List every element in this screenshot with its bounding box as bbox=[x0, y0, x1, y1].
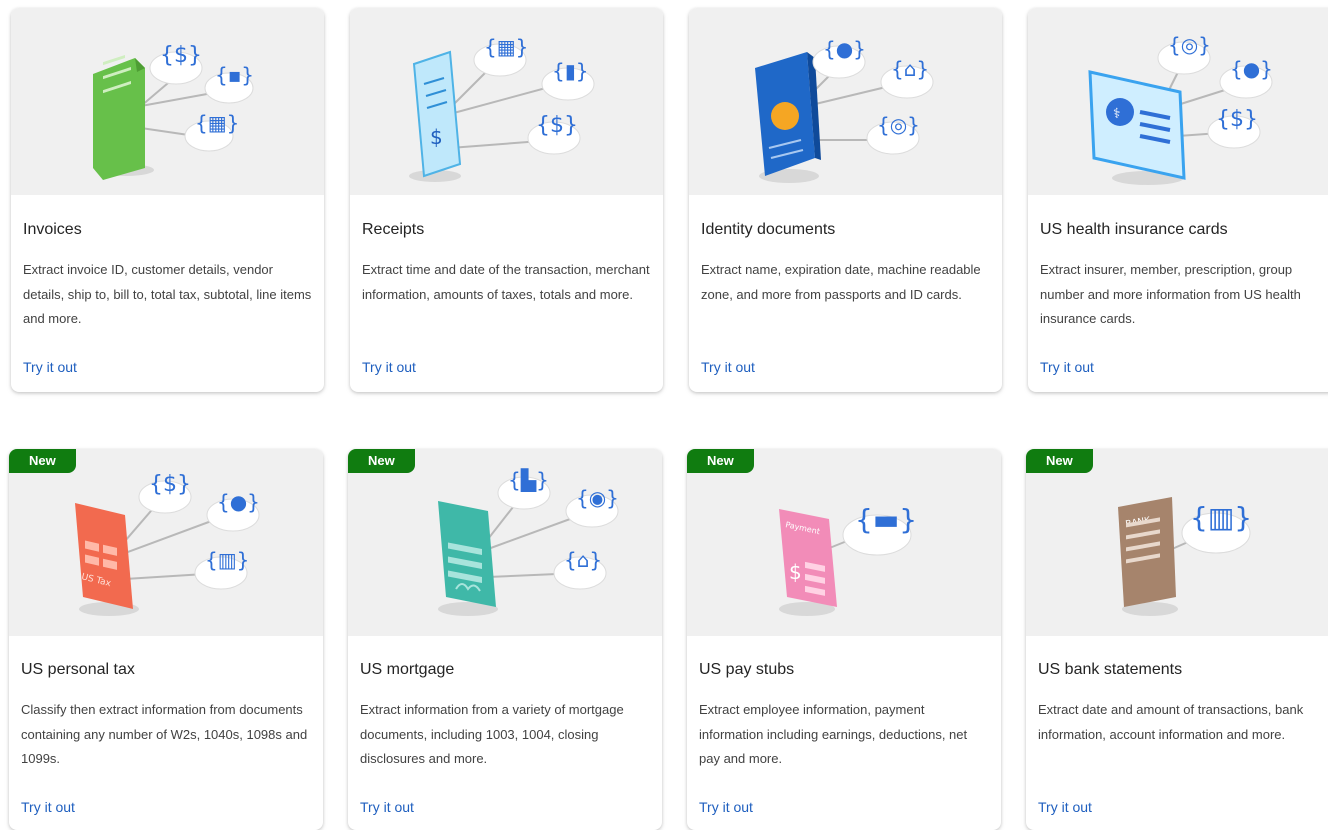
card-hero: BANK {▥} New bbox=[1026, 449, 1328, 636]
card-title: Receipts bbox=[362, 221, 425, 238]
invoice-document-icon: {$} {▪} {▦} bbox=[93, 43, 254, 180]
card-hero: {▙} {◉} {⌂} New bbox=[348, 449, 662, 636]
card-receipts[interactable]: $ {▦} {▮} {$} Receipts Extract time and … bbox=[350, 8, 663, 392]
svg-text:{▦}: {▦} bbox=[195, 111, 239, 135]
card-invoices[interactable]: {$} {▪} {▦} Invoices Extract invoice ID,… bbox=[11, 8, 324, 392]
svg-text:$: $ bbox=[789, 560, 802, 584]
svg-text:{●}: {●} bbox=[1230, 57, 1273, 81]
new-badge: New bbox=[687, 449, 754, 473]
svg-text:{●}: {●} bbox=[217, 490, 260, 514]
svg-text:{▪}: {▪} bbox=[215, 63, 254, 87]
card-us-personal-tax[interactable]: US Tax {$} {●} {▥} New US personal tax C… bbox=[9, 449, 323, 830]
try-it-out-link[interactable]: Try it out bbox=[23, 358, 77, 376]
card-us-bank-statements[interactable]: BANK {▥} New US bank statements Extract … bbox=[1026, 449, 1328, 830]
card-hero: ⚕ {◎} {●} {$} bbox=[1028, 8, 1328, 195]
svg-text:{$}: {$} bbox=[536, 113, 578, 138]
svg-text:{▮}: {▮} bbox=[552, 59, 588, 83]
card-description: Extract insurer, member, prescription, g… bbox=[1040, 262, 1301, 326]
card-description: Extract employee information, payment in… bbox=[699, 702, 968, 766]
svg-text:{◎}: {◎} bbox=[877, 113, 920, 137]
svg-text:{$}: {$} bbox=[160, 43, 202, 68]
card-hero: $ {▦} {▮} {$} bbox=[350, 8, 663, 195]
card-us-health-insurance-cards[interactable]: ⚕ {◎} {●} {$} US health insurance cards … bbox=[1028, 8, 1328, 392]
card-description: Extract name, expiration date, machine r… bbox=[701, 262, 981, 302]
try-it-out-link[interactable]: Try it out bbox=[1038, 798, 1092, 816]
svg-text:{▦}: {▦} bbox=[484, 35, 528, 59]
svg-text:{◉}: {◉} bbox=[576, 486, 619, 510]
try-it-out-link[interactable]: Try it out bbox=[701, 358, 755, 376]
try-it-out-link[interactable]: Try it out bbox=[360, 798, 414, 816]
svg-text:{⌂}: {⌂} bbox=[891, 57, 929, 81]
card-title: US bank statements bbox=[1038, 661, 1183, 678]
card-identity-documents[interactable]: {●} {⌂} {◎} Identity documents Extract n… bbox=[689, 8, 1002, 392]
tax-form-icon: US Tax {$} {●} {▥} bbox=[75, 472, 260, 616]
try-it-out-link[interactable]: Try it out bbox=[699, 798, 753, 816]
card-description: Extract invoice ID, customer details, ve… bbox=[23, 262, 312, 326]
svg-text:{$}: {$} bbox=[149, 472, 191, 497]
card-title: Invoices bbox=[23, 221, 82, 238]
svg-text:{◎}: {◎} bbox=[1168, 33, 1211, 57]
new-badge: New bbox=[1026, 449, 1093, 473]
card-title: Identity documents bbox=[701, 221, 836, 238]
svg-text:⚕: ⚕ bbox=[1113, 106, 1121, 122]
card-description: Extract date and amount of transactions,… bbox=[1038, 702, 1304, 742]
card-us-mortgage[interactable]: {▙} {◉} {⌂} New US mortgage Extract info… bbox=[348, 449, 662, 830]
try-it-out-link[interactable]: Try it out bbox=[362, 358, 416, 376]
card-title: US personal tax bbox=[21, 661, 135, 678]
card-hero: US Tax {$} {●} {▥} New bbox=[9, 449, 323, 636]
card-hero: {●} {⌂} {◎} bbox=[689, 8, 1002, 195]
pay-stub-icon: Payment $ {▬} bbox=[779, 503, 917, 616]
try-it-out-link[interactable]: Try it out bbox=[21, 798, 75, 816]
svg-text:{⌂}: {⌂} bbox=[564, 548, 602, 572]
svg-text:{▙}: {▙} bbox=[508, 468, 549, 492]
bank-statement-icon: BANK {▥} bbox=[1118, 497, 1252, 616]
card-hero: Payment $ {▬} New bbox=[687, 449, 1001, 636]
new-badge: New bbox=[9, 449, 76, 473]
receipt-icon: $ {▦} {▮} {$} bbox=[409, 35, 595, 182]
card-title: US mortgage bbox=[360, 661, 455, 678]
svg-text:{▥}: {▥} bbox=[205, 548, 249, 572]
health-card-icon: ⚕ {◎} {●} {$} bbox=[1088, 33, 1273, 185]
svg-text:{▥}: {▥} bbox=[1190, 501, 1252, 534]
mortgage-document-icon: {▙} {◉} {⌂} bbox=[438, 468, 619, 616]
card-hero: {$} {▪} {▦} bbox=[11, 8, 324, 195]
try-it-out-link[interactable]: Try it out bbox=[1040, 358, 1094, 376]
card-us-pay-stubs[interactable]: Payment $ {▬} New US pay stubs Extract e… bbox=[687, 449, 1001, 830]
card-title: US pay stubs bbox=[699, 661, 795, 678]
card-title: US health insurance cards bbox=[1040, 221, 1228, 238]
card-description: Extract time and date of the transaction… bbox=[362, 262, 650, 302]
model-card-grid: {$} {▪} {▦} Invoices Extract invoice ID,… bbox=[0, 0, 1328, 830]
new-badge: New bbox=[348, 449, 415, 473]
passport-icon: {●} {⌂} {◎} bbox=[755, 37, 934, 183]
svg-text:{$}: {$} bbox=[1216, 107, 1258, 132]
svg-text:$: $ bbox=[430, 125, 443, 149]
card-description: Classify then extract information from d… bbox=[21, 702, 308, 766]
svg-text:{●}: {●} bbox=[823, 37, 866, 61]
svg-text:{▬}: {▬} bbox=[855, 503, 917, 536]
card-description: Extract information from a variety of mo… bbox=[360, 702, 624, 766]
